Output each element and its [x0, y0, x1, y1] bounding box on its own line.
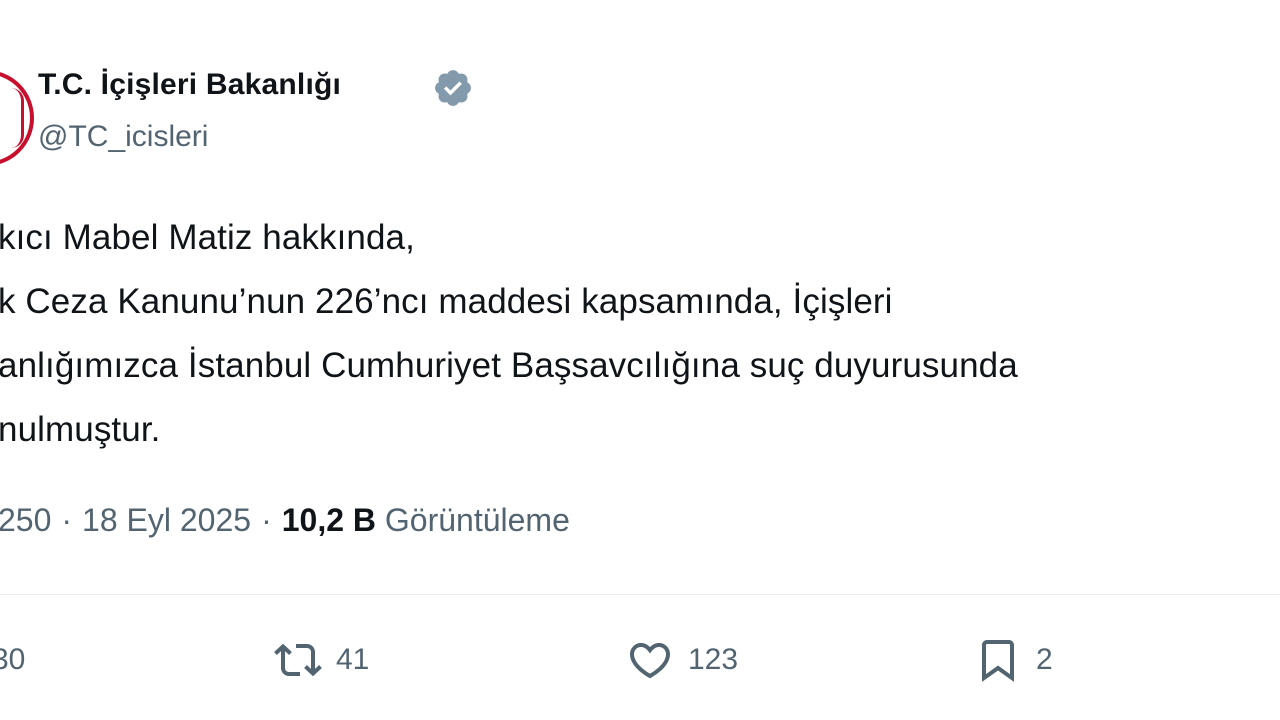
retweet-count: 41	[336, 643, 370, 676]
tweet-text-line: nulmuştur.	[0, 410, 161, 449]
bookmark-icon	[982, 640, 1014, 682]
tweet-meta: 250 · 18 Eyl 2025 · 10,2 B Görüntüleme	[0, 502, 570, 539]
tweet-text-line: k Ceza Kanunu’nun 226’ncı maddesi kapsam…	[0, 282, 893, 321]
heart-icon	[629, 643, 671, 679]
views-count: 10,2 B	[281, 502, 376, 538]
author-handle[interactable]: @TC_icisleri	[38, 120, 208, 154]
avatar[interactable]	[0, 70, 34, 166]
tweet-time[interactable]: 250	[0, 502, 51, 538]
verified-badge-icon	[435, 70, 471, 106]
meta-separator: ·	[261, 502, 272, 538]
bookmark-button[interactable]: 2	[972, 636, 1053, 684]
reply-button[interactable]: 30	[0, 636, 25, 684]
tweet-text: kıcı Mabel Matiz hakkında, k Ceza Kanunu…	[0, 206, 1018, 462]
author-display-name[interactable]: T.C. İçişleri Bakanlığı	[38, 68, 341, 102]
like-button[interactable]: 123	[624, 636, 738, 684]
tweet-date[interactable]: 18 Eyl 2025	[82, 502, 251, 538]
divider	[0, 594, 1280, 595]
retweet-button[interactable]: 41	[272, 636, 369, 684]
reply-count: 30	[0, 643, 26, 676]
retweet-icon	[274, 643, 322, 677]
views-label: Görüntüleme	[384, 502, 570, 538]
like-count: 123	[688, 643, 739, 676]
bookmark-count: 2	[1036, 643, 1053, 676]
tweet-card: T.C. İçişleri Bakanlığı @TC_icisleri kıc…	[0, 0, 1280, 720]
tweet-text-line: anlığımızca İstanbul Cumhuriyet Başsavcı…	[0, 346, 1018, 385]
tweet-text-line: kıcı Mabel Matiz hakkında,	[0, 218, 415, 257]
meta-separator: ·	[61, 502, 73, 538]
